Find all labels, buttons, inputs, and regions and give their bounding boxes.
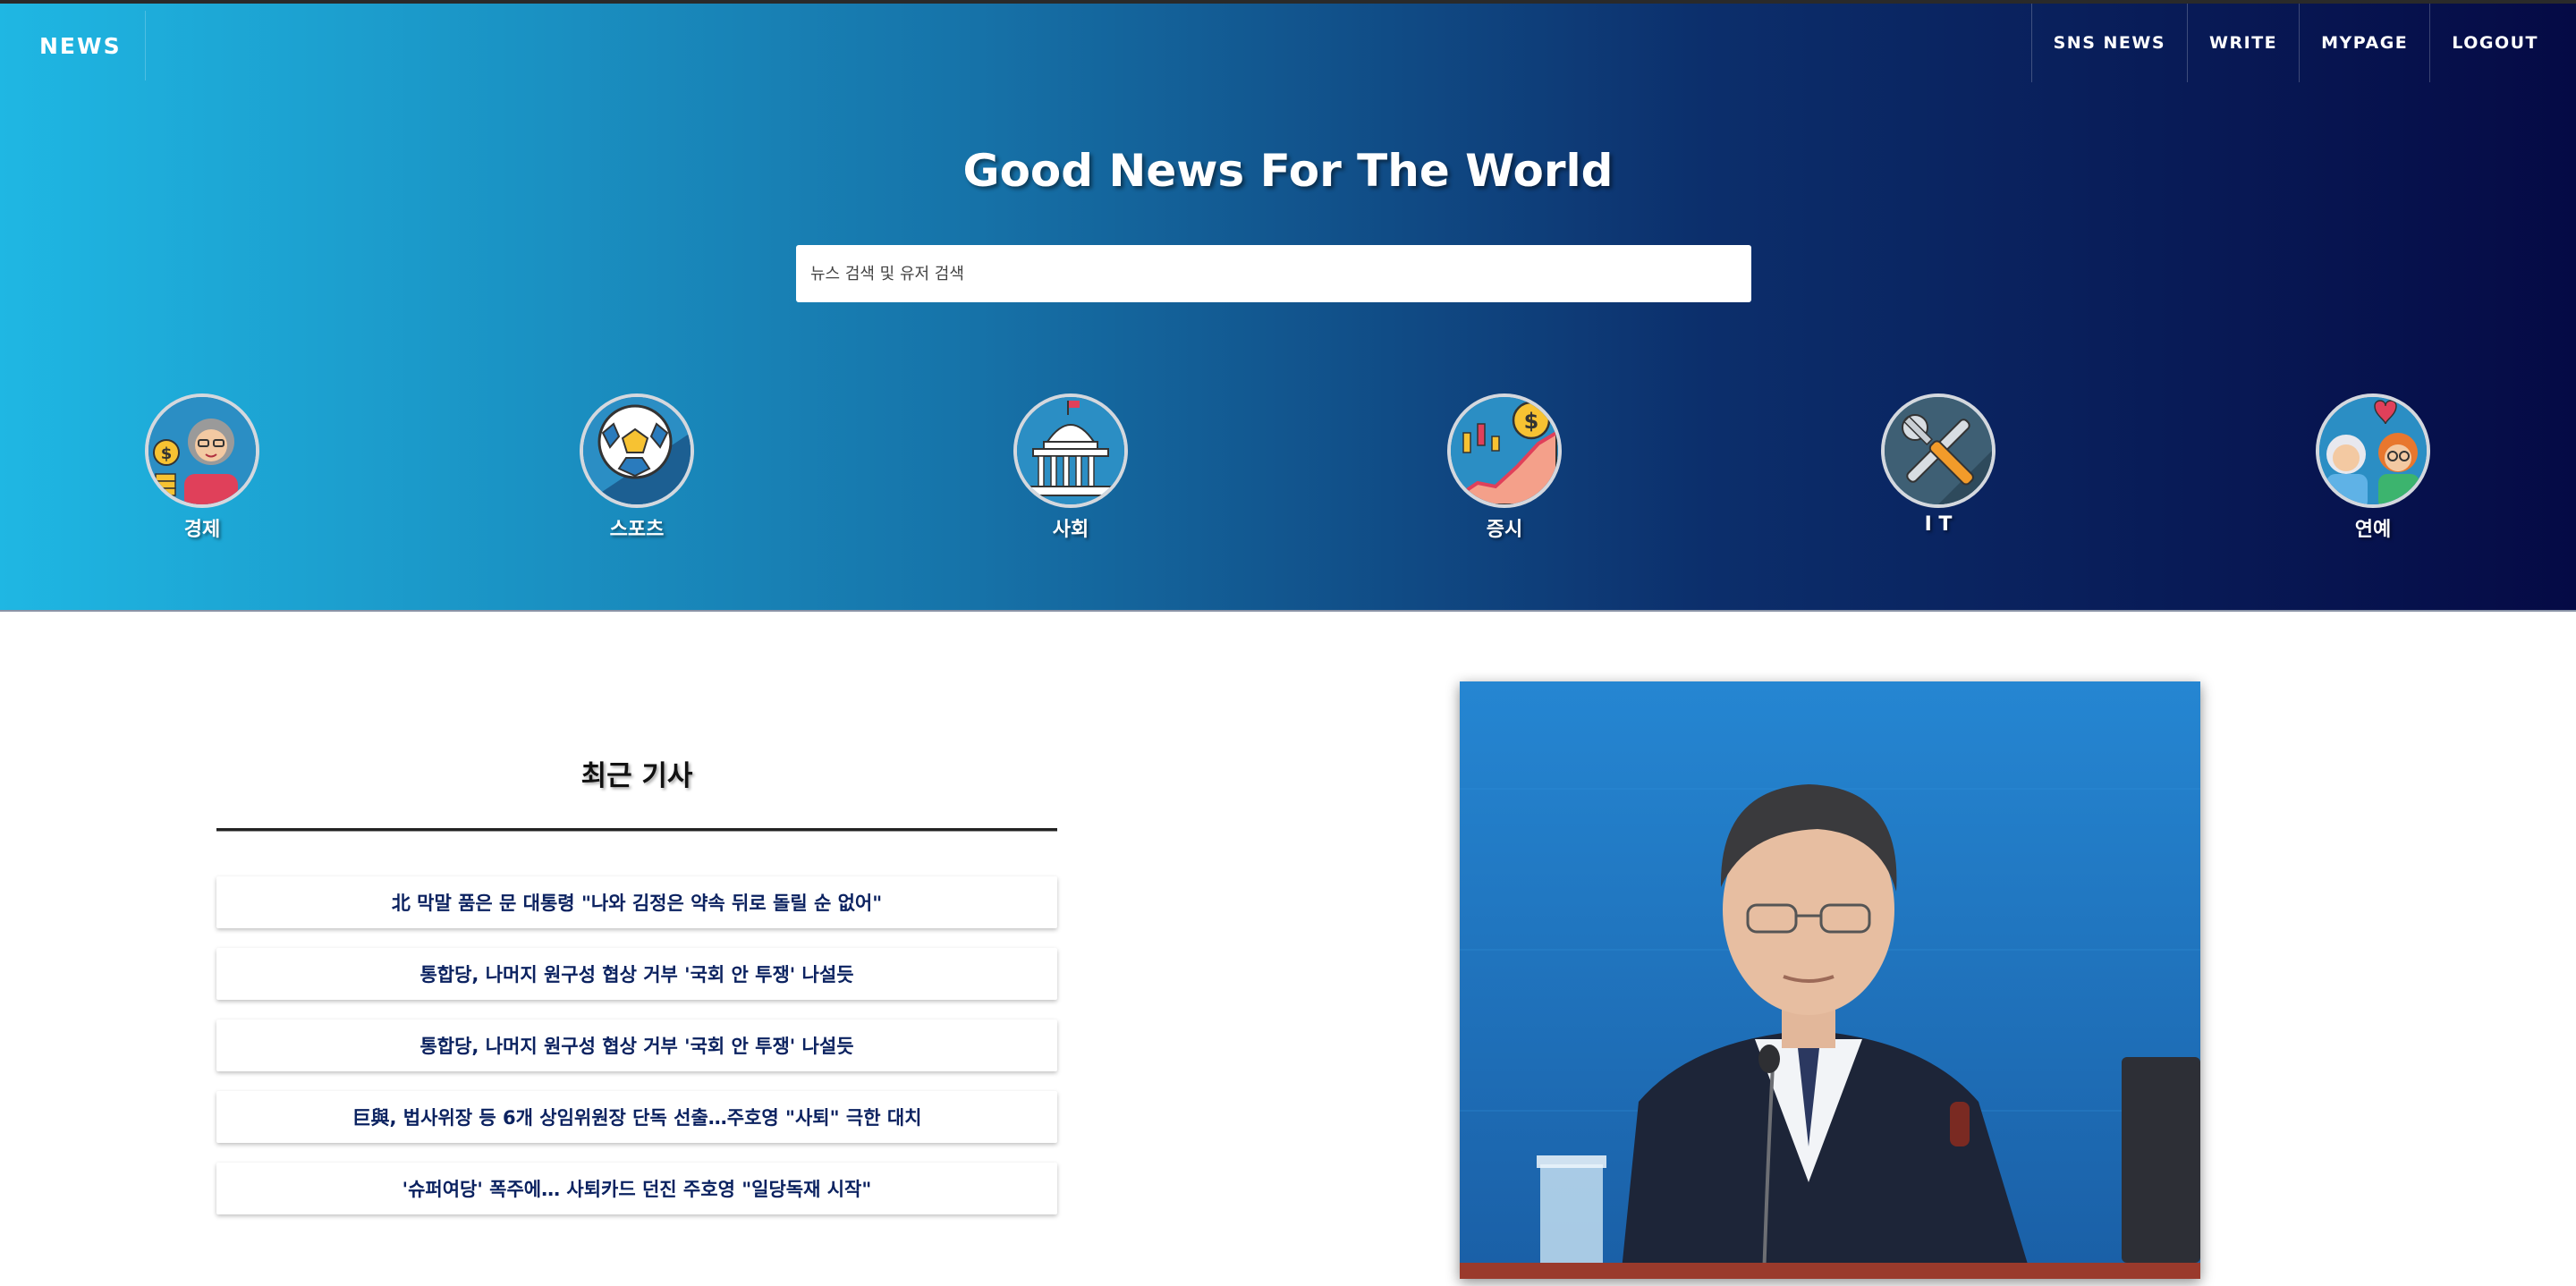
article-item[interactable]: 巨與, 법사위장 등 6개 상임위원장 단독 선출…주호영 "사퇴" 극한 대치 [216, 1091, 1057, 1143]
celebrity-couple-heart-icon [2316, 393, 2430, 508]
article-item[interactable]: 北 막말 품은 문 대통령 "나와 김정은 약속 뒤로 돌릴 순 없어" [216, 876, 1057, 928]
nav-write[interactable]: WRITE [2187, 4, 2299, 82]
category-label: 사회 [1052, 519, 1089, 541]
capitol-building-icon [1013, 393, 1128, 508]
hero-banner: NEWS SNS NEWS WRITE MYPAGE LOGOUT Good N… [0, 0, 2576, 612]
category-label: 스포츠 [609, 519, 665, 541]
category-label: I T [1924, 513, 1953, 536]
brand-divider [145, 11, 146, 80]
soccer-ball-icon [580, 393, 694, 508]
wrench-screwdriver-icon [1881, 393, 1996, 508]
article-item[interactable]: '슈퍼여당' 폭주에… 사퇴카드 던진 주호영 "일당독재 시작" [216, 1163, 1057, 1214]
svg-text:$: $ [1524, 409, 1539, 434]
president-speaking-photo [1460, 681, 2200, 1279]
recent-articles-list: 北 막말 품은 문 대통령 "나와 김정은 약속 뒤로 돌릴 순 없어" 통합당… [216, 876, 1057, 1234]
category-it[interactable]: I T [1876, 393, 2001, 536]
top-navigation: SNS NEWS WRITE MYPAGE LOGOUT [2030, 4, 2576, 82]
stock-chart-coin-icon: $ [1447, 393, 1562, 508]
nav-sns-news[interactable]: SNS NEWS [2030, 4, 2187, 82]
brand-logo[interactable]: NEWS [39, 29, 122, 64]
article-item[interactable]: 통합당, 나머지 원구성 협상 거부 '국회 안 투쟁' 나설듯 [216, 948, 1057, 1000]
svg-text:$: $ [161, 444, 173, 463]
category-label: 증시 [1486, 519, 1523, 541]
nav-logout[interactable]: LOGOUT [2429, 4, 2576, 82]
category-economy[interactable]: $ 경제 [140, 393, 265, 542]
economy-woman-coin-icon: $ [145, 393, 259, 508]
search-input[interactable] [796, 245, 1751, 302]
article-item[interactable]: 통합당, 나머지 원구성 협상 거부 '국회 안 투쟁' 나설듯 [216, 1019, 1057, 1071]
featured-news-photo[interactable] [1460, 681, 2200, 1279]
category-sports[interactable]: 스포츠 [574, 393, 699, 542]
nav-mypage[interactable]: MYPAGE [2299, 4, 2429, 82]
heading-divider [216, 828, 1057, 832]
category-society[interactable]: 사회 [1008, 393, 1133, 542]
category-label: 경제 [183, 519, 221, 541]
hero-title: Good News For The World [962, 145, 1614, 197]
category-entertainment[interactable]: 연예 [2310, 393, 2436, 542]
category-label: 연예 [2354, 519, 2392, 541]
recent-articles-heading: 최근 기사 [580, 760, 693, 792]
category-stock[interactable]: $ 증시 [1442, 393, 1567, 542]
